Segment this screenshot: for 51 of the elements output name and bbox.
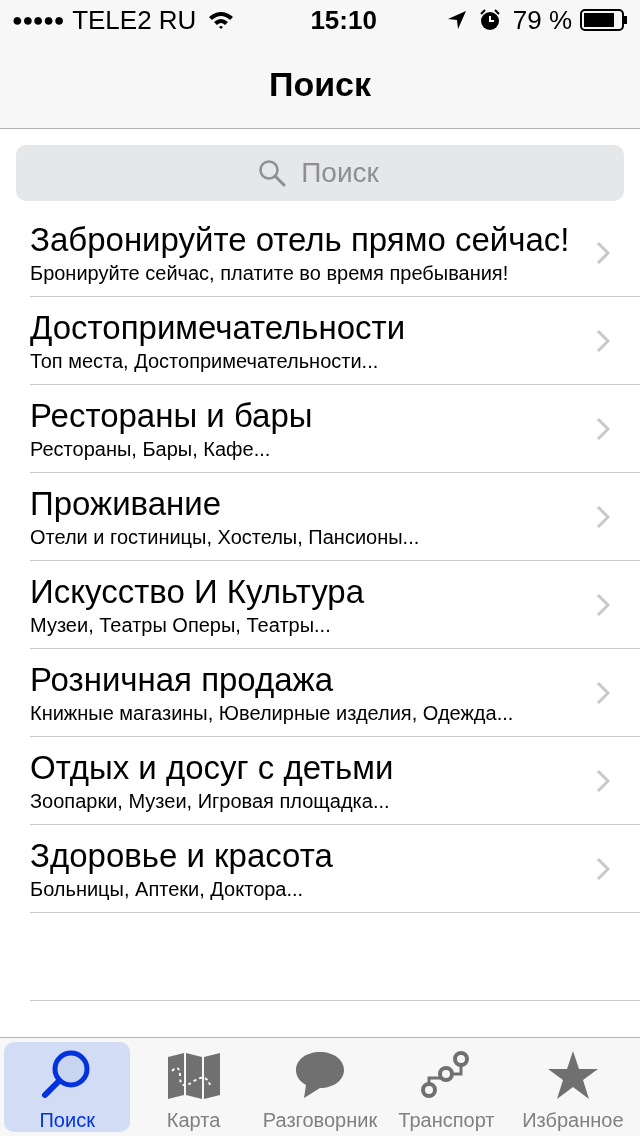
category-subtitle: Зоопарки, Музеи, Игровая площадка... — [30, 788, 391, 814]
category-title: Забронируйте отель прямо сейчас! — [30, 219, 571, 260]
category-subtitle: Топ места, Достопримечательности... — [30, 348, 380, 374]
clock-time: 15:10 — [310, 3, 377, 37]
category-row[interactable]: Здоровье и красота Больницы, Аптеки, Доктора... — [30, 825, 640, 913]
category-subtitle: Больницы, Аптеки, Доктора... — [30, 876, 305, 902]
alarm-clock-icon — [478, 9, 501, 31]
chevron-icon — [596, 768, 610, 793]
tab[interactable]: Транспорт — [383, 1042, 510, 1132]
tab[interactable]: Разговорник — [256, 1042, 384, 1132]
wifi-icon — [208, 10, 235, 30]
chevron-icon — [596, 504, 610, 529]
tab[interactable]: Избранное — [509, 1042, 637, 1132]
speech-bubble-icon — [294, 1050, 346, 1100]
category-subtitle: Отели и гостиницы, Хостелы, Пансионы... — [30, 524, 421, 550]
chevron-icon — [596, 856, 610, 881]
category-title: Искусство И Культура — [30, 571, 366, 612]
category-row[interactable]: Отдых и досуг с детьми Зоопарки, Музеи, Игровая площадка... — [30, 737, 640, 825]
signal-strength: ●●●●● — [12, 8, 65, 32]
category-title: Розничная продажа — [30, 659, 335, 700]
category-subtitle: Книжные магазины, Ювелирные изделия, Одежда... — [30, 700, 515, 726]
category-title: Здоровье и красота — [30, 835, 334, 876]
category-row[interactable]: Розничная продажа Книжные магазины, Ювелирные изделия, Одежда... — [30, 649, 640, 737]
search-field[interactable]: Поиск — [16, 145, 624, 201]
screen-title: Поиск — [268, 63, 371, 105]
battery-icon — [580, 9, 628, 31]
tab[interactable]: Поиск — [4, 1042, 131, 1132]
category-title: Проживание — [30, 483, 223, 524]
search-icon — [258, 159, 286, 187]
category-subtitle: Музеи, Театры Оперы, Театры... — [30, 612, 332, 638]
category-row[interactable]: Проживание Отели и гостиницы, Хостелы, Пансионы... — [30, 473, 640, 561]
carrier-name: TELE2 RU — [72, 3, 197, 37]
category-title: Отдых и досуг с детьми — [30, 747, 395, 788]
category-row[interactable]: Рестораны и бары Рестораны, Бары, Кафе... — [30, 385, 640, 473]
chevron-icon — [596, 592, 610, 617]
category-row[interactable]: Искусство И Культура Музеи, Театры Оперы, Театры... — [30, 561, 640, 649]
category-row[interactable]: Забронируйте отель прямо сейчас! Бронируйте сейчас, платите во время пребывания! — [30, 209, 640, 297]
chevron-icon — [596, 416, 610, 441]
tab[interactable]: Карта — [130, 1042, 257, 1132]
category-subtitle: Бронируйте сейчас, платите во время пребывания! — [30, 260, 510, 286]
category-title: Достопримечательности — [30, 307, 407, 348]
route-icon — [421, 1050, 472, 1100]
chevron-icon — [596, 328, 610, 353]
chevron-icon — [596, 680, 610, 705]
chevron-icon — [596, 240, 610, 265]
map-icon — [165, 1051, 222, 1099]
battery-percentage: 79 % — [512, 3, 572, 37]
category-subtitle: Рестораны, Бары, Кафе... — [30, 436, 272, 462]
category-title: Рестораны и бары — [30, 395, 314, 436]
category-row[interactable]: Достопримечательности Топ места, Достопримечательности... — [30, 297, 640, 385]
location-arrow-icon — [446, 10, 467, 30]
